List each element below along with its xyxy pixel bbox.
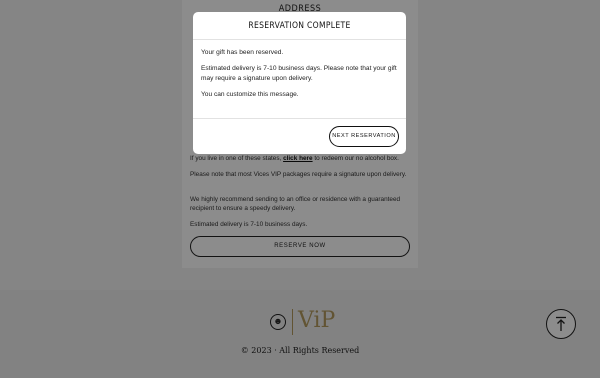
- modal-footer: NEXT RESERVATION: [193, 118, 406, 154]
- reservation-complete-modal: RESERVATION COMPLETE Your gift has been …: [193, 12, 406, 154]
- modal-message-line: Your gift has been reserved.: [201, 49, 284, 56]
- next-reservation-button[interactable]: NEXT RESERVATION: [329, 126, 399, 147]
- modal-title: RESERVATION COMPLETE: [193, 12, 406, 40]
- modal-message-line: You can customize this message.: [201, 90, 299, 98]
- modal-body: Your gift has been reserved. Estimated d…: [201, 48, 401, 106]
- modal-message-line: Estimated delivery is 7-10 business days…: [201, 65, 397, 82]
